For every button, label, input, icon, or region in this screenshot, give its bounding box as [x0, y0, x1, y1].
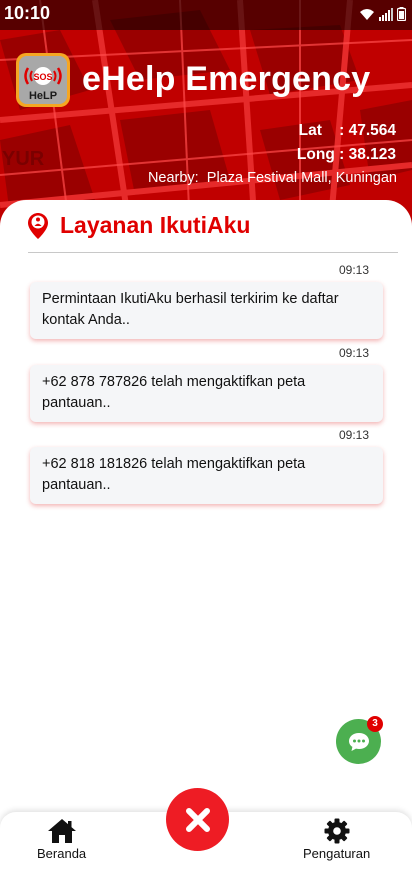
map-street-label: YUR — [2, 148, 45, 170]
divider — [28, 252, 398, 253]
lat-label: Lat — [298, 122, 322, 139]
app-title: eHelp Emergency — [82, 60, 371, 98]
message-time: 09:13 — [338, 263, 369, 277]
logo-sos-text: SOS — [33, 72, 52, 82]
home-icon — [47, 819, 76, 843]
section-header: Layanan IkutiAku — [28, 212, 250, 239]
sos-logo-icon: SOS HeLP — [19, 56, 67, 104]
nav-home[interactable]: Beranda — [37, 818, 86, 861]
message-bubble[interactable]: +62 818 181826 telah mengaktifkan peta p… — [30, 447, 383, 504]
chat-badge: 3 — [367, 716, 383, 732]
message-time: 09:13 — [338, 346, 369, 360]
signal-icon — [379, 7, 393, 21]
latitude-readout: Lat : 47.564 — [299, 122, 396, 140]
wifi-icon — [360, 8, 374, 20]
longitude-readout: Long : 38.123 — [297, 146, 396, 164]
logo-help-text: HeLP — [29, 90, 57, 102]
gear-icon — [324, 818, 350, 844]
close-icon — [185, 807, 210, 832]
nav-settings[interactable]: Pengaturan — [303, 818, 370, 861]
nav-home-label: Beranda — [37, 846, 87, 861]
header: YUR 10:10 SOS HeLP eHelp Emergency Lat:… — [0, 0, 412, 232]
nav-settings-label: Pengaturan — [303, 846, 371, 861]
chat-icon — [348, 732, 369, 751]
section-title: Layanan IkutiAku — [60, 212, 251, 238]
battery-icon — [397, 7, 406, 21]
map-background: YUR — [0, 0, 412, 232]
status-icons — [359, 7, 406, 21]
content-card: Layanan IkutiAku 09:13 Permintaan IkutiA… — [0, 200, 412, 870]
status-bar: 10:10 — [0, 0, 412, 30]
status-time: 10:10 — [4, 3, 51, 23]
message-time: 09:13 — [338, 428, 369, 442]
location-person-icon — [28, 212, 48, 239]
nearby-location: Nearby: Plaza Festival Mall, Kuningan — [148, 170, 397, 186]
long-label: Long — [296, 146, 335, 163]
lat-value: : 47.564 — [339, 122, 396, 139]
nearby-label: Nearby: — [147, 170, 199, 186]
message-bubble[interactable]: +62 878 787826 telah mengaktifkan peta p… — [30, 365, 383, 422]
app-logo: SOS HeLP — [16, 53, 70, 107]
long-value: : 38.123 — [339, 146, 396, 163]
message-bubble[interactable]: Permintaan IkutiAku berhasil terkirim ke… — [30, 282, 383, 339]
nearby-value: Plaza Festival Mall, Kuningan — [206, 170, 397, 186]
cancel-button[interactable] — [166, 788, 229, 851]
